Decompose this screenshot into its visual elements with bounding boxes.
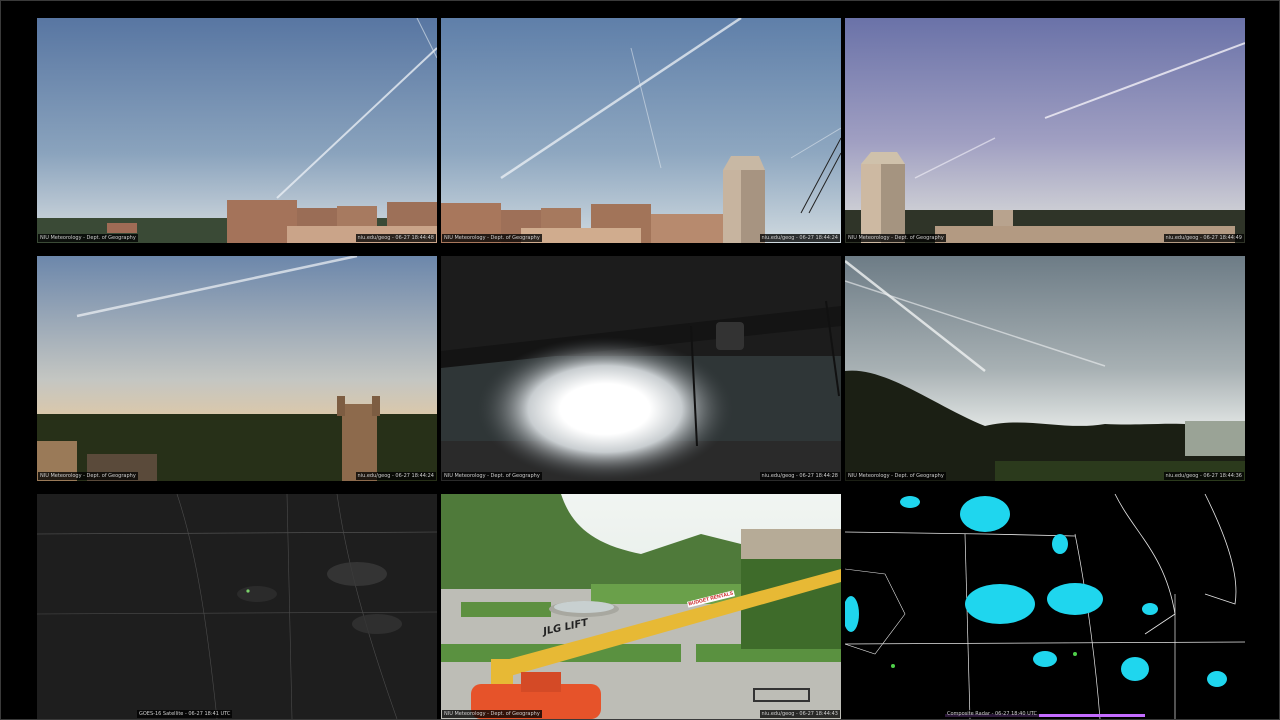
camera-caption-left: NIU Meteorology - Dept. of Geography — [38, 472, 138, 480]
camera-mount-icon — [716, 322, 744, 350]
webcam-image-5 — [441, 256, 841, 481]
camera-caption-left: NIU Meteorology - Dept. of Geography — [846, 472, 946, 480]
sun-glare-icon — [441, 256, 841, 481]
camera-caption-left: NIU Meteorology - Dept. of Geography — [442, 710, 542, 718]
camera-caption-left: NIU Meteorology - Dept. of Geography — [442, 234, 542, 242]
webcam-image-8 — [441, 494, 841, 719]
webcam-tile-6[interactable]: NIU Meteorology - Dept. of Geography niu… — [845, 256, 1245, 481]
satellite-image — [37, 494, 437, 719]
camera-caption-timestamp: niu.edu/geog - 06-27 18:44:24 — [355, 472, 436, 480]
satellite-tile[interactable]: GOES-16 Satellite - 06-27 18:41 UTC — [37, 494, 437, 719]
camera-caption-left: NIU Meteorology - Dept. of Geography — [38, 234, 138, 242]
camera-caption-timestamp: niu.edu/geog - 06-27 18:44:48 — [355, 234, 436, 242]
camera-caption-timestamp: niu.edu/geog - 06-27 18:44:43 — [759, 710, 840, 718]
camera-caption-timestamp: niu.edu/geog - 06-27 18:44:49 — [1163, 234, 1244, 242]
satellite-caption: GOES-16 Satellite - 06-27 18:41 UTC — [137, 710, 233, 718]
webcam-tile-4[interactable]: NIU Meteorology - Dept. of Geography niu… — [37, 256, 437, 481]
webcam-image-1 — [37, 18, 437, 243]
webcam-tile-3[interactable]: NIU Meteorology - Dept. of Geography niu… — [845, 18, 1245, 243]
webcam-grid: NIU Meteorology - Dept. of Geography niu… — [0, 0, 1280, 720]
camera-caption-left: NIU Meteorology - Dept. of Geography — [846, 234, 946, 242]
webcam-image-6 — [845, 256, 1245, 481]
webcam-tile-8[interactable]: JLG LIFT BUDGET RENTALS NIU Meteorology … — [441, 494, 841, 719]
radar-image — [845, 494, 1245, 719]
webcam-image-3 — [845, 18, 1245, 243]
radar-caption: Composite Radar - 06-27 18:40 UTC — [945, 710, 1040, 718]
webcam-tile-5[interactable]: NIU Meteorology - Dept. of Geography niu… — [441, 256, 841, 481]
webcam-tile-1[interactable]: NIU Meteorology - Dept. of Geography niu… — [37, 18, 437, 243]
camera-caption-timestamp: niu.edu/geog - 06-27 18:44:28 — [759, 472, 840, 480]
camera-caption-left: NIU Meteorology - Dept. of Geography — [442, 472, 542, 480]
webcam-tile-2[interactable]: NIU Meteorology - Dept. of Geography niu… — [441, 18, 841, 243]
camera-caption-timestamp: niu.edu/geog - 06-27 18:44:24 — [759, 234, 840, 242]
radar-tile[interactable]: Composite Radar - 06-27 18:40 UTC — [845, 494, 1245, 719]
webcam-image-2 — [441, 18, 841, 243]
webcam-image-4 — [37, 256, 437, 481]
camera-caption-timestamp: niu.edu/geog - 06-27 18:44:36 — [1163, 472, 1244, 480]
